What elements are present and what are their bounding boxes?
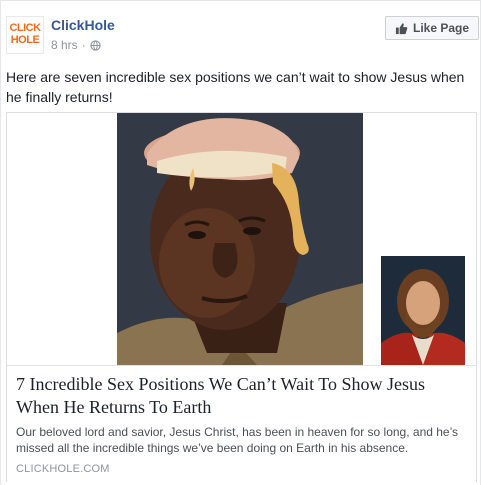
post-caption: Here are seven incredible sex positions … (6, 69, 465, 105)
globe-icon[interactable] (90, 39, 101, 51)
post-timestamp[interactable]: 8 hrs (51, 38, 78, 52)
page-name-link[interactable]: ClickHole (51, 17, 115, 33)
preview-photo-collage (117, 113, 465, 365)
meta-separator: · (81, 38, 86, 52)
facebook-post: CLICK HOLE ClickHole 8 hrs · Like Page He… (0, 0, 481, 485)
link-preview-card[interactable]: 7 Incredible Sex Positions We Can’t Wait… (6, 112, 477, 482)
like-page-label: Like Page (412, 21, 470, 35)
link-description: Our beloved lord and savior, Jesus Chris… (16, 425, 459, 455)
divider (1, 0, 481, 1)
post-meta: 8 hrs · (51, 38, 101, 52)
link-preview-text[interactable]: 7 Incredible Sex Positions We Can’t Wait… (7, 365, 476, 482)
link-preview-image[interactable] (7, 113, 476, 365)
page-avatar[interactable]: CLICK HOLE (6, 16, 44, 54)
link-domain: CLICKHOLE.COM (16, 463, 110, 475)
link-title[interactable]: 7 Incredible Sex Positions We Can’t Wait… (16, 373, 471, 419)
like-page-button[interactable]: Like Page (385, 16, 479, 40)
clickhole-logo: CLICK HOLE (9, 22, 41, 46)
thumbs-up-icon (395, 22, 408, 34)
